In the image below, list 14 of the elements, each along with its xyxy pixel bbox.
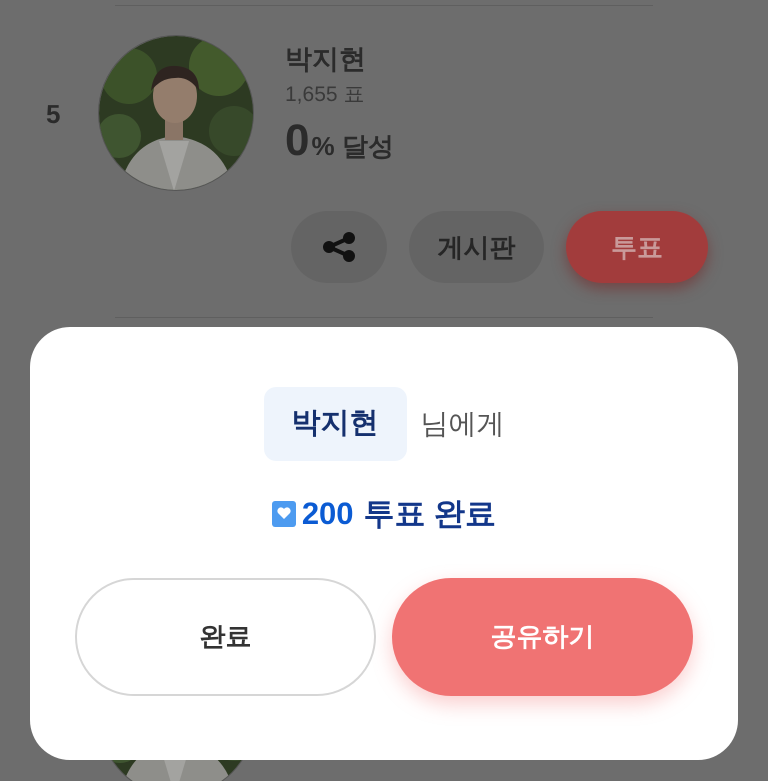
- achievement-percent: 0: [285, 117, 310, 165]
- heart-ticket-icon: [272, 501, 296, 528]
- done-button[interactable]: 완료: [75, 578, 376, 696]
- share-icon: [322, 232, 356, 262]
- vote-amount: 200: [302, 495, 354, 533]
- vote-complete-text: 투표 완료: [364, 495, 496, 533]
- recipient-name: 박지현: [264, 387, 406, 461]
- share-button[interactable]: 공유하기: [392, 578, 693, 696]
- candidate-name: 박지현: [285, 43, 367, 76]
- recipient-suffix: 님에게: [420, 407, 504, 441]
- vote-button[interactable]: 투표: [566, 211, 708, 283]
- rank-number: 5: [45, 98, 62, 131]
- achievement-label: % 달성: [311, 130, 394, 163]
- board-button[interactable]: 게시판: [409, 211, 544, 283]
